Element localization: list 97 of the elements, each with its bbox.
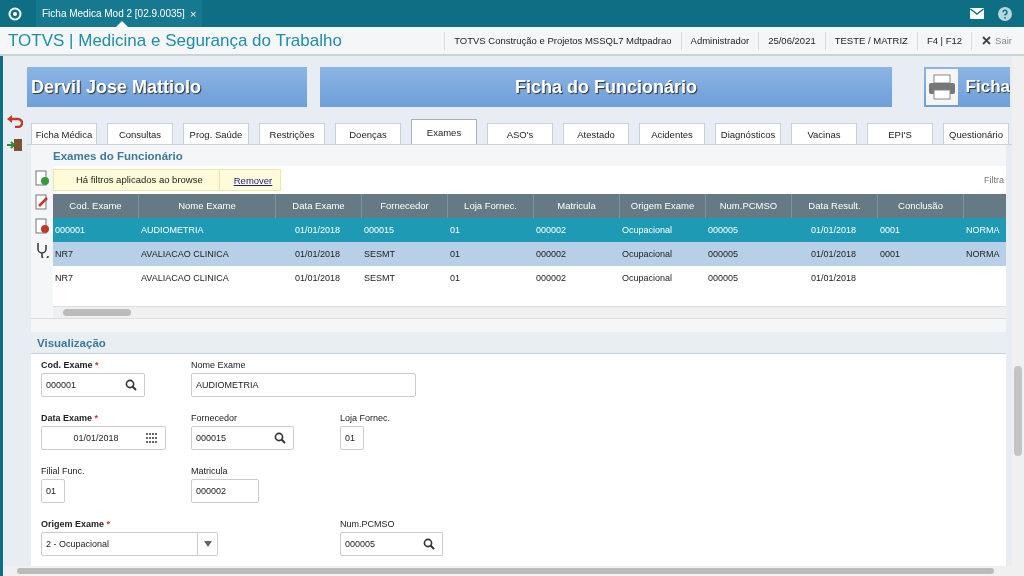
table-cell-text: 000002 <box>535 248 568 261</box>
table-row[interactable]: NR7 AVALIACAO CLINICA 01/01/2018 SESMT 01 000002 Ocupacional 000005 01/01/2018 <box>53 266 1006 290</box>
tab[interactable]: Acidentes <box>639 123 705 144</box>
app-title: TOTVS | Medicina e Segurança do Trabalho <box>8 30 342 51</box>
input-field[interactable]: 000002 <box>191 479 259 503</box>
horizontal-scrollbar[interactable] <box>0 566 1024 576</box>
tab[interactable]: Atestado <box>563 123 629 144</box>
table-cell-text: 01/01/2018 <box>809 248 857 261</box>
help-icon[interactable] <box>998 6 1012 21</box>
app-tab[interactable]: Ficha Medica Mod 2 [02.9.0035] × <box>36 0 203 27</box>
section-title: Visualização <box>31 332 1006 354</box>
form-title-panel: Ficha do Funcionário <box>320 67 892 107</box>
tab[interactable]: Diagnósticos <box>715 123 781 144</box>
search-icon[interactable] <box>274 432 286 444</box>
edit-icon[interactable] <box>35 194 49 210</box>
table-cell-text: 000002 <box>535 272 568 285</box>
header-info: TESTE / MATRIZ <box>824 31 917 50</box>
remove-link[interactable]: Remover <box>219 174 281 186</box>
tab[interactable]: Ficha Médica <box>31 123 97 144</box>
field-label: Data Exame * <box>41 413 100 423</box>
table-cell-text: 01/01/2018 <box>293 224 341 237</box>
dropdown-caret-icon[interactable] <box>203 541 212 547</box>
table-cell-text: 000002 <box>535 224 568 237</box>
header-info: F4 | F12 <box>916 31 972 50</box>
header-info: TOTVS Construção e Projetos MSSQL7 Mdtpadrao <box>444 31 681 50</box>
header-info: 25/06/2021 <box>758 31 825 50</box>
table-cell-text: NORMA <box>965 248 1001 261</box>
field-label: Cod. Exame * <box>41 360 100 370</box>
delete-icon[interactable] <box>35 218 49 234</box>
field-label: Fornecedor <box>191 413 239 423</box>
employee-name-panel: Dervil Jose Mattiolo <box>27 67 307 107</box>
exit-door-icon[interactable] <box>7 138 23 152</box>
input-field[interactable]: 01/01/2018 <box>41 426 166 450</box>
field-label: Nome Exame <box>191 360 247 370</box>
tab[interactable]: Restrições <box>259 123 325 144</box>
field-label: Matricula <box>191 466 229 476</box>
close-icon[interactable] <box>982 36 992 45</box>
vertical-scrollbar[interactable] <box>1012 56 1024 566</box>
table-cell-text: Ocupacional <box>621 248 674 261</box>
input-field[interactable]: AUDIOMETRIA <box>191 373 416 397</box>
input-field[interactable]: 01 <box>41 479 65 503</box>
table-cell-text: 0001 <box>879 224 902 237</box>
search-icon[interactable] <box>125 379 137 391</box>
tab[interactable]: Doenças <box>335 123 401 144</box>
header-info: Administrador <box>680 31 759 50</box>
search-icon[interactable] <box>423 538 435 550</box>
table-cell-text: 01 <box>449 248 461 261</box>
table-cell-text: NR7 <box>54 248 74 261</box>
table-cell-text: 01/01/2018 <box>809 224 857 237</box>
table-cell-text: NORMA <box>965 224 1001 237</box>
table-cell-text: 01/01/2018 <box>809 272 857 285</box>
table-cell-text: SESMT <box>363 272 396 285</box>
table-cell-text: 01/01/2018 <box>293 272 341 285</box>
table-cell-text: 000005 <box>707 224 740 237</box>
filter-label: Filtra <box>984 175 1004 185</box>
filter-notice-text: Há filtros aplicados ao browse <box>54 170 220 190</box>
logo-icon[interactable] <box>8 6 22 21</box>
field-label: Loja Fornec. <box>340 413 392 423</box>
add-record-icon[interactable] <box>35 170 49 186</box>
table-cell-text: NR7 <box>54 272 74 285</box>
close-icon[interactable]: × <box>189 7 197 20</box>
table-cell-text: AVALIACAO CLINICA <box>140 248 230 261</box>
field-label: Filial Func. <box>41 466 86 476</box>
tab[interactable]: Questionário <box>943 123 1009 144</box>
tab[interactable]: ASO's <box>487 123 553 144</box>
table-cell-text: 01 <box>449 272 461 285</box>
table-cell-text: AUDIOMETRIA <box>140 224 205 237</box>
printer-icon[interactable] <box>927 74 956 100</box>
input-field[interactable]: 000015 <box>191 426 294 450</box>
table-cell-text: Ocupacional <box>621 272 674 285</box>
table-cell-text: 01/01/2018 <box>293 248 341 261</box>
undo-arrow-icon[interactable] <box>7 114 23 128</box>
stethoscope-icon[interactable] <box>35 242 49 258</box>
dropdown[interactable]: 2 - Ocupacional <box>41 532 218 556</box>
mail-icon[interactable] <box>970 8 984 19</box>
table-cell-text: 000005 <box>707 272 740 285</box>
tab[interactable]: EPI'S <box>867 123 933 144</box>
field-label: Num.PCMSO <box>340 519 396 529</box>
tab[interactable]: Consultas <box>107 123 173 144</box>
table-cell-text: 000001 <box>54 224 87 237</box>
table-cell-text: 000005 <box>707 248 740 261</box>
field-label: Origem Exame * <box>41 519 112 529</box>
input-field[interactable]: 01 <box>340 426 364 450</box>
table-cell-text: 000015 <box>363 224 396 237</box>
input-field[interactable]: 000001 <box>41 373 145 397</box>
table-row[interactable]: NR7 AVALIACAO CLINICA 01/01/2018 SESMT 01 000002 Ocupacional 000005 01/01/2018 0001 NORMA <box>53 242 1006 266</box>
calendar-icon[interactable] <box>146 433 158 443</box>
tab[interactable]: Prog. Saúde <box>183 123 249 144</box>
tab[interactable]: Exames <box>411 119 477 144</box>
table-cell-text: 0001 <box>879 248 902 261</box>
input-field[interactable]: 000005 <box>340 532 443 556</box>
section-title: Exames do Funcionário <box>52 149 184 164</box>
tab[interactable]: Vacinas <box>791 123 857 144</box>
table-cell-text: AVALIACAO CLINICA <box>140 272 230 285</box>
table-cell-text: SESMT <box>363 248 396 261</box>
table-cell-text: 01 <box>449 224 461 237</box>
table-cell-text: Ocupacional <box>621 224 674 237</box>
